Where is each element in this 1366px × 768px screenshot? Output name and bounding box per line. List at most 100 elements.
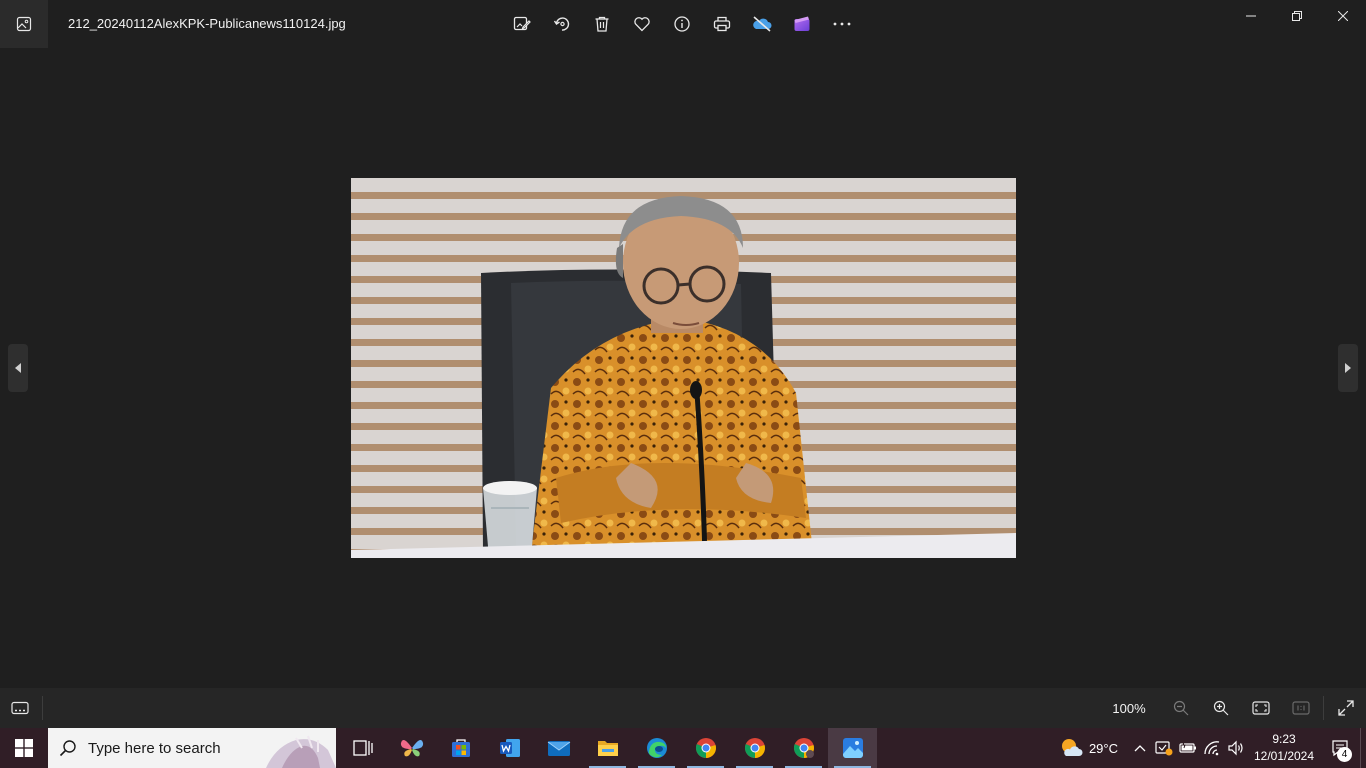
search-placeholder: Type here to search [88,739,221,757]
butterfly-icon [400,739,423,757]
clipchamp-icon [794,16,810,31]
taskbar-apps [338,728,877,768]
security-alert-icon [1155,741,1173,756]
image-icon [16,16,32,32]
minimize-button[interactable] [1228,0,1274,32]
chrome-app-3[interactable] [779,728,828,768]
search-highlight-image [266,735,336,768]
clock-time: 9:23 [1272,732,1296,746]
search-icon [59,740,76,757]
print-button[interactable] [702,4,742,44]
file-info-button[interactable] [662,4,702,44]
clipchamp-button[interactable] [782,4,822,44]
cloud-off-icon [753,16,772,32]
microsoft-store-app[interactable] [436,728,485,768]
toolbar [502,4,862,44]
system-tray: 29°C 9:23 12/01/2024 4 [1049,728,1366,768]
divider [1323,696,1324,720]
image-viewer [0,48,1366,688]
onedrive-button[interactable] [742,4,782,44]
weather-temperature: 29°C [1088,740,1118,756]
volume-button[interactable] [1224,728,1248,768]
fit-window-icon [1252,701,1270,715]
chrome-app-1[interactable] [681,728,730,768]
info-icon [674,16,690,32]
mail-app[interactable] [534,728,583,768]
show-hidden-icons-button[interactable] [1128,728,1152,768]
edge-icon [646,738,667,758]
filmstrip-button[interactable] [0,688,40,728]
fit-to-window-button[interactable] [1241,688,1281,728]
chrome-app-2[interactable] [730,728,779,768]
displayed-photo [351,178,1016,558]
show-desktop-button[interactable] [1360,728,1366,768]
mail-icon [547,741,570,756]
security-tray-button[interactable] [1152,728,1176,768]
taskbar-search[interactable]: Type here to search [48,728,336,768]
photos-icon [842,738,863,758]
minimize-icon [1246,15,1256,17]
copilot-app[interactable] [387,728,436,768]
next-image-button[interactable] [1338,344,1358,392]
zoom-in-button[interactable] [1201,688,1241,728]
expand-icon [1338,700,1354,716]
rotate-button[interactable] [542,4,582,44]
word-icon [499,739,520,757]
filmstrip-icon [11,701,29,715]
more-button[interactable] [822,4,862,44]
edit-image-button[interactable] [502,4,542,44]
chevron-up-icon [1134,745,1146,752]
weather-widget[interactable]: 29°C [1049,737,1128,759]
battery-charging-icon [1179,742,1196,753]
favorite-button[interactable] [622,4,662,44]
rotate-icon [553,17,570,31]
restore-icon [1292,11,1302,21]
clock[interactable]: 9:23 12/01/2024 [1248,731,1320,765]
caret-right-icon [1345,363,1351,373]
bottom-toolbar: 100% [0,688,1366,728]
photos-app-icon[interactable] [0,0,48,48]
chrome-icon [793,738,814,759]
zoom-out-icon [1173,700,1189,716]
photo-illustration [351,178,1016,558]
clock-date: 12/01/2024 [1253,749,1315,763]
heart-icon [634,17,650,32]
previous-image-button[interactable] [8,344,28,392]
more-icon [833,22,851,26]
battery-button[interactable] [1176,728,1200,768]
window-controls [1228,0,1366,32]
partly-cloudy-icon [1061,739,1083,756]
actual-size-button[interactable] [1281,688,1321,728]
restore-button[interactable] [1274,0,1320,32]
notifications-button[interactable]: 4 [1320,728,1360,768]
word-app[interactable] [485,728,534,768]
file-explorer-app[interactable] [583,728,632,768]
windows-logo-icon [15,739,33,757]
wifi-icon [1204,741,1220,756]
zoom-in-icon [1213,700,1229,716]
trash-icon [595,16,609,32]
store-icon [451,739,470,757]
photos-app[interactable] [828,728,877,768]
close-button[interactable] [1320,0,1366,32]
edge-app[interactable] [632,728,681,768]
delete-button[interactable] [582,4,622,44]
folder-icon [597,741,618,756]
task-view-button[interactable] [338,728,387,768]
taskbar: Type here to search 29°C 9:23 12/01/2024… [0,728,1366,768]
zoom-controls: 100% [1105,688,1366,728]
caret-left-icon [15,363,21,373]
edit-image-icon [513,16,531,31]
zoom-level[interactable]: 100% [1105,701,1153,716]
start-button[interactable] [0,728,48,768]
wifi-button[interactable] [1200,728,1224,768]
printer-icon [713,16,731,32]
divider [42,696,43,720]
chrome-icon [744,738,765,759]
zoom-out-button[interactable] [1161,688,1201,728]
notification-count-badge: 4 [1337,747,1352,762]
file-name: 212_20240112AlexKPK-Publicanews110124.jp… [68,16,346,31]
title-bar: 212_20240112AlexKPK-Publicanews110124.jp… [0,0,1366,48]
volume-icon [1228,740,1243,756]
full-screen-button[interactable] [1326,688,1366,728]
